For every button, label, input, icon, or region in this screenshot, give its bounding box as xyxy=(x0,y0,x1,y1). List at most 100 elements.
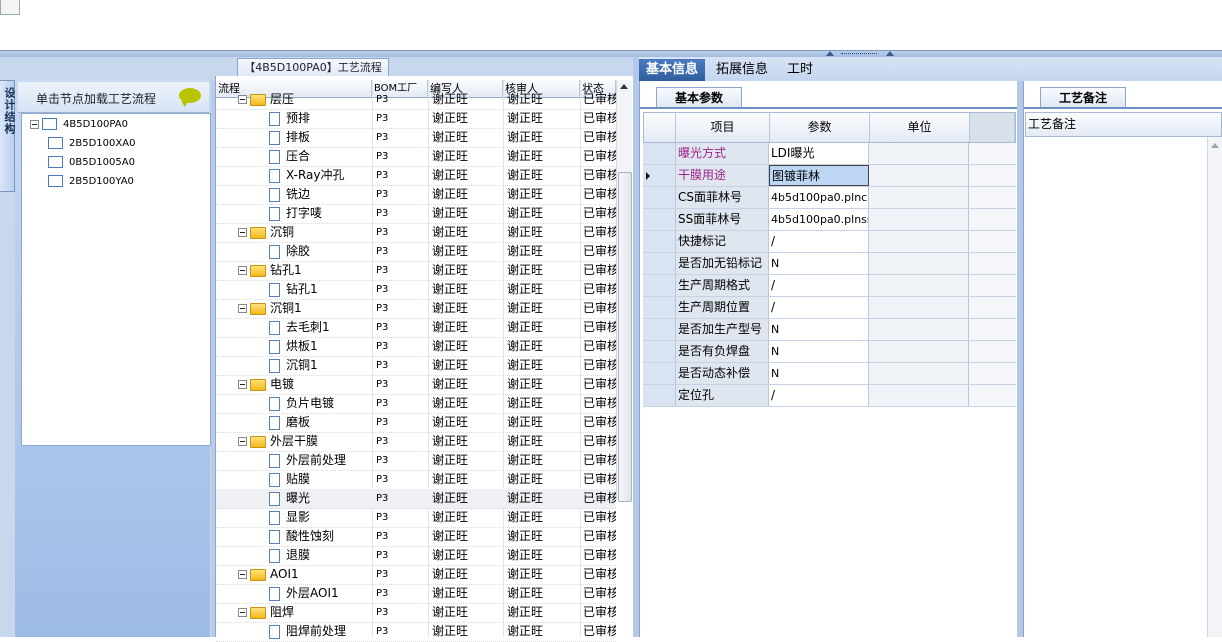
writer-cell[interactable]: 谢正旺 xyxy=(432,147,502,166)
writer-cell[interactable]: 谢正旺 xyxy=(432,242,502,261)
table-row[interactable]: 排板 P3 谢正旺 谢正旺 已审核 xyxy=(216,128,616,148)
bom-cell[interactable]: P3 xyxy=(376,261,426,280)
row-indicator[interactable] xyxy=(643,143,676,164)
flow-cell[interactable]: 沉铜1 xyxy=(269,356,372,375)
flow-cell[interactable]: 层压 xyxy=(238,90,368,109)
bom-cell[interactable]: P3 xyxy=(376,375,426,394)
collapse-icon[interactable] xyxy=(238,570,247,579)
flow-cell[interactable]: 排板 xyxy=(269,128,372,147)
table-row[interactable]: 层压 P3 谢正旺 谢正旺 已审核 xyxy=(216,90,616,110)
table-row[interactable]: 打字唛 P3 谢正旺 谢正旺 已审核 xyxy=(216,204,616,224)
bom-cell[interactable]: P3 xyxy=(376,413,426,432)
status-cell[interactable]: 已审核 xyxy=(583,128,616,147)
writer-cell[interactable]: 谢正旺 xyxy=(432,470,502,489)
table-row[interactable]: 显影 P3 谢正旺 谢正旺 已审核 xyxy=(216,508,616,528)
table-row[interactable]: 贴膜 P3 谢正旺 谢正旺 已审核 xyxy=(216,470,616,490)
flow-cell[interactable]: 烘板1 xyxy=(269,337,372,356)
reviewer-cell[interactable]: 谢正旺 xyxy=(507,242,577,261)
flow-cell[interactable]: 退膜 xyxy=(269,546,372,565)
table-row[interactable]: 钻孔1 P3 谢正旺 谢正旺 已审核 xyxy=(216,280,616,300)
reviewer-cell[interactable]: 谢正旺 xyxy=(507,451,577,470)
flow-cell[interactable]: 钻孔1 xyxy=(238,261,368,280)
collapse-icon[interactable] xyxy=(238,266,247,275)
flow-cell[interactable]: X-Ray冲孔 xyxy=(269,166,372,185)
writer-cell[interactable]: 谢正旺 xyxy=(432,318,502,337)
param-row[interactable]: CS面菲林号 4b5d100pa0.plncs xyxy=(643,187,1016,209)
status-cell[interactable]: 已审核 xyxy=(583,166,616,185)
writer-cell[interactable]: 谢正旺 xyxy=(432,90,502,109)
reviewer-cell[interactable]: 谢正旺 xyxy=(507,356,577,375)
reviewer-cell[interactable]: 谢正旺 xyxy=(507,299,577,318)
writer-cell[interactable]: 谢正旺 xyxy=(432,451,502,470)
status-cell[interactable]: 已审核 xyxy=(583,413,616,432)
writer-cell[interactable]: 谢正旺 xyxy=(432,204,502,223)
writer-cell[interactable]: 谢正旺 xyxy=(432,565,502,584)
bom-cell[interactable]: P3 xyxy=(376,204,426,223)
reviewer-cell[interactable]: 谢正旺 xyxy=(507,470,577,489)
flow-cell[interactable]: 显影 xyxy=(269,508,372,527)
reviewer-cell[interactable]: 谢正旺 xyxy=(507,204,577,223)
param-value[interactable]: LDI曝光 xyxy=(769,143,869,164)
param-unit[interactable] xyxy=(869,385,969,406)
flow-cell[interactable]: 去毛刺1 xyxy=(269,318,372,337)
tree-child-node[interactable]: 2B5D100YA0 xyxy=(48,173,134,191)
reviewer-cell[interactable]: 谢正旺 xyxy=(507,394,577,413)
reviewer-cell[interactable]: 谢正旺 xyxy=(507,280,577,299)
row-indicator[interactable] xyxy=(643,385,676,406)
table-row[interactable]: 沉铜1 P3 谢正旺 谢正旺 已审核 xyxy=(216,299,616,319)
status-cell[interactable]: 已审核 xyxy=(583,508,616,527)
table-row[interactable]: 沉铜1 P3 谢正旺 谢正旺 已审核 xyxy=(216,356,616,376)
table-row[interactable]: 外层干膜 P3 谢正旺 谢正旺 已审核 xyxy=(216,432,616,452)
reviewer-cell[interactable]: 谢正旺 xyxy=(507,90,577,109)
status-cell[interactable]: 已审核 xyxy=(583,375,616,394)
bom-cell[interactable]: P3 xyxy=(376,622,426,641)
bom-cell[interactable]: P3 xyxy=(376,318,426,337)
flow-cell[interactable]: 压合 xyxy=(269,147,372,166)
param-unit[interactable] xyxy=(869,187,969,208)
status-cell[interactable]: 已审核 xyxy=(583,546,616,565)
flow-cell[interactable]: 除胶 xyxy=(269,242,372,261)
writer-cell[interactable]: 谢正旺 xyxy=(432,508,502,527)
reviewer-cell[interactable]: 谢正旺 xyxy=(507,622,577,641)
tree-child-node[interactable]: 2B5D100XA0 xyxy=(48,135,135,153)
table-row[interactable]: 外层前处理 P3 谢正旺 谢正旺 已审核 xyxy=(216,451,616,471)
writer-cell[interactable]: 谢正旺 xyxy=(432,489,502,508)
bom-cell[interactable]: P3 xyxy=(376,356,426,375)
bom-cell[interactable]: P3 xyxy=(376,185,426,204)
status-cell[interactable]: 已审核 xyxy=(583,432,616,451)
status-cell[interactable]: 已审核 xyxy=(583,204,616,223)
bom-cell[interactable]: P3 xyxy=(376,223,426,242)
table-row[interactable]: 退膜 P3 谢正旺 谢正旺 已审核 xyxy=(216,546,616,566)
param-value[interactable]: N xyxy=(769,341,869,362)
flow-cell[interactable]: 打字唛 xyxy=(269,204,372,223)
reviewer-cell[interactable]: 谢正旺 xyxy=(507,603,577,622)
writer-cell[interactable]: 谢正旺 xyxy=(432,223,502,242)
writer-cell[interactable]: 谢正旺 xyxy=(432,185,502,204)
table-row[interactable]: 沉铜 P3 谢正旺 谢正旺 已审核 xyxy=(216,223,616,243)
writer-cell[interactable]: 谢正旺 xyxy=(432,603,502,622)
flow-cell[interactable]: 曝光 xyxy=(269,489,372,508)
writer-cell[interactable]: 谢正旺 xyxy=(432,546,502,565)
table-row[interactable]: 磨板 P3 谢正旺 谢正旺 已审核 xyxy=(216,413,616,433)
table-row[interactable]: 去毛刺1 P3 谢正旺 谢正旺 已审核 xyxy=(216,318,616,338)
status-cell[interactable]: 已审核 xyxy=(583,584,616,603)
table-row[interactable]: X-Ray冲孔 P3 谢正旺 谢正旺 已审核 xyxy=(216,166,616,186)
table-row[interactable]: 负片电镀 P3 谢正旺 谢正旺 已审核 xyxy=(216,394,616,414)
writer-cell[interactable]: 谢正旺 xyxy=(432,280,502,299)
flow-cell[interactable]: 外层干膜 xyxy=(238,432,368,451)
flow-cell[interactable]: 电镀 xyxy=(238,375,368,394)
flow-cell[interactable]: 贴膜 xyxy=(269,470,372,489)
param-unit[interactable] xyxy=(869,319,969,340)
collapse-icon[interactable] xyxy=(238,228,247,237)
writer-cell[interactable]: 谢正旺 xyxy=(432,413,502,432)
row-indicator[interactable] xyxy=(643,341,676,362)
param-row[interactable]: 生产周期格式 / xyxy=(643,275,1016,297)
status-cell[interactable]: 已审核 xyxy=(583,109,616,128)
flow-cell[interactable]: 磨板 xyxy=(269,413,372,432)
reviewer-cell[interactable]: 谢正旺 xyxy=(507,432,577,451)
param-row[interactable]: SS面菲林号 4b5d100pa0.plnss xyxy=(643,209,1016,231)
bom-cell[interactable]: P3 xyxy=(376,128,426,147)
col-item-header[interactable]: 项目 xyxy=(676,113,770,142)
flow-cell[interactable]: 外层前处理 xyxy=(269,451,372,470)
collapse-icon[interactable] xyxy=(30,119,39,129)
